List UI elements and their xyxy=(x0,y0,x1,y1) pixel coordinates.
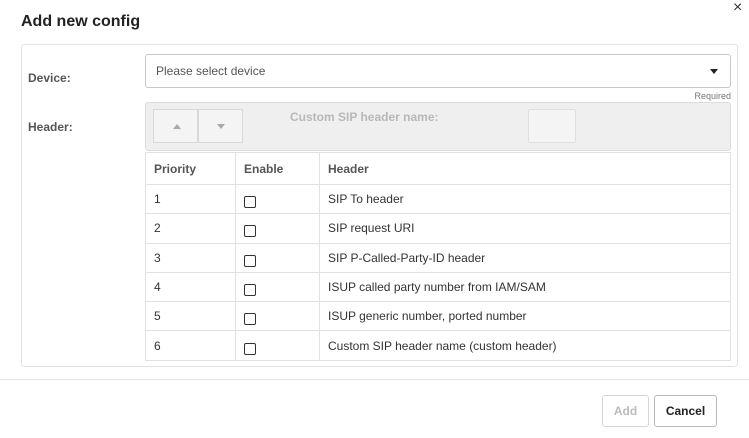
enable-checkbox[interactable] xyxy=(244,284,256,297)
enable-checkbox[interactable] xyxy=(244,254,256,267)
arrow-up-icon xyxy=(173,124,181,129)
caret-down-icon xyxy=(710,69,718,74)
device-label: Device: xyxy=(28,71,71,85)
column-enable: Enable xyxy=(235,152,320,185)
table-header-row: Priority Enable Header xyxy=(145,152,731,185)
header-toolbar: Custom SIP header name: xyxy=(145,102,731,151)
table-row[interactable]: 4 ISUP called party number from IAM/SAM xyxy=(145,271,731,303)
cancel-button[interactable]: Cancel xyxy=(654,395,717,427)
row-header: Custom SIP header name (custom header) xyxy=(319,330,731,361)
row-header: SIP request URI xyxy=(319,213,731,244)
row-priority: 3 xyxy=(145,242,236,273)
column-header: Header xyxy=(319,152,731,185)
required-note: Required xyxy=(694,91,731,101)
footer-divider xyxy=(0,379,749,380)
row-priority: 6 xyxy=(145,330,236,361)
close-icon[interactable]: × xyxy=(733,0,742,16)
custom-sip-header-input[interactable] xyxy=(528,109,576,143)
move-down-button[interactable] xyxy=(198,109,243,143)
table-row[interactable]: 3 SIP P-Called-Party-ID header xyxy=(145,242,731,273)
enable-checkbox[interactable] xyxy=(244,196,256,209)
device-select[interactable]: Please select device xyxy=(145,54,731,88)
arrow-down-icon xyxy=(217,124,225,129)
move-up-button[interactable] xyxy=(153,109,198,143)
row-header: SIP To header xyxy=(319,183,731,215)
custom-sip-header-label: Custom SIP header name: xyxy=(290,110,439,124)
enable-checkbox[interactable] xyxy=(244,313,256,326)
row-priority: 4 xyxy=(145,271,236,303)
enable-checkbox[interactable] xyxy=(244,225,256,238)
table-row[interactable]: 5 ISUP generic number, ported number xyxy=(145,301,731,332)
column-priority: Priority xyxy=(145,152,236,185)
table-row[interactable]: 6 Custom SIP header name (custom header) xyxy=(145,330,731,361)
row-priority: 5 xyxy=(145,301,236,332)
add-button[interactable]: Add xyxy=(602,395,649,427)
row-header: ISUP generic number, ported number xyxy=(319,301,731,332)
dialog-title: Add new config xyxy=(21,13,141,30)
table-row[interactable]: 1 SIP To header xyxy=(145,183,731,215)
table-row[interactable]: 2 SIP request URI xyxy=(145,213,731,244)
row-priority: 2 xyxy=(145,213,236,244)
row-priority: 1 xyxy=(145,183,236,215)
header-priority-table: Priority Enable Header 1 SIP To header 2… xyxy=(145,152,731,361)
row-header: ISUP called party number from IAM/SAM xyxy=(319,271,731,303)
device-select-placeholder: Please select device xyxy=(156,64,266,78)
header-label: Header: xyxy=(28,120,73,134)
row-header: SIP P-Called-Party-ID header xyxy=(319,242,731,273)
enable-checkbox[interactable] xyxy=(244,342,256,355)
